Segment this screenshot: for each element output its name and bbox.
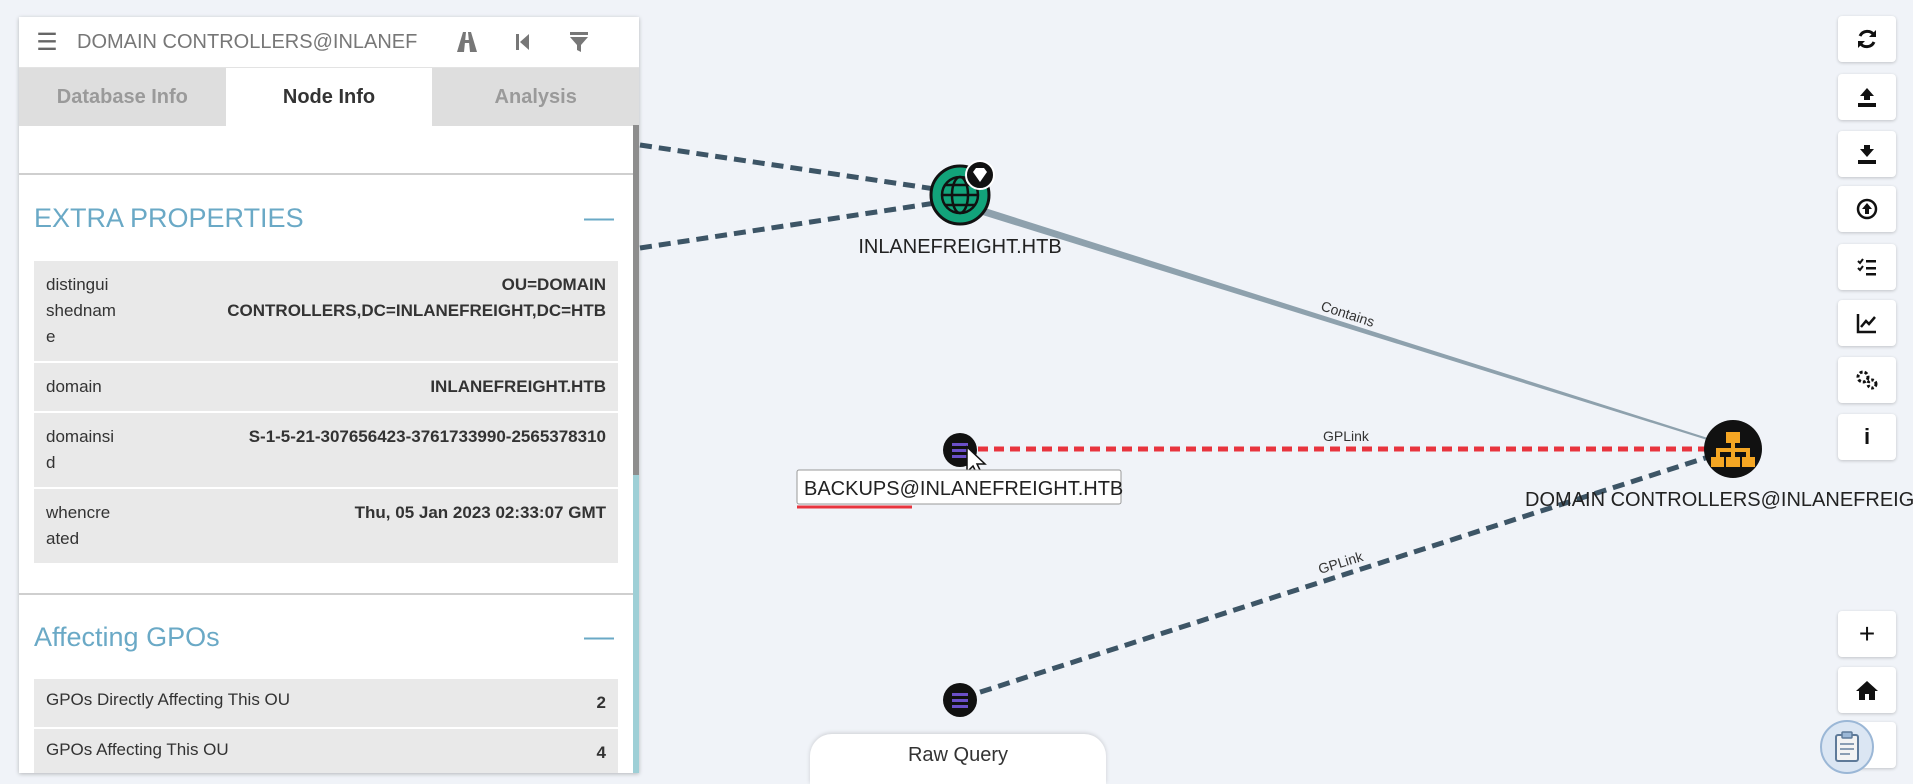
- property-key: whencreated: [34, 487, 128, 563]
- table-row: domainsid S-1-5-21-307656423-3761733990-…: [34, 411, 618, 488]
- hamburger-menu-icon[interactable]: ☰: [19, 28, 75, 57]
- query-list-icon: [1857, 258, 1876, 276]
- list-icon: [952, 443, 968, 458]
- query-list-button[interactable]: [1838, 244, 1896, 290]
- search-bar: ☰: [19, 17, 639, 68]
- property-key: distinguishedname: [46, 275, 116, 346]
- property-value: Thu, 05 Jan 2023 02:33:07 GMT: [128, 487, 618, 563]
- filter-icon: [570, 32, 588, 52]
- table-row: whencreated Thu, 05 Jan 2023 02:33:07 GM…: [34, 487, 618, 563]
- edge-gplink-label-1: GPLink: [1323, 428, 1370, 444]
- back-icon: [516, 34, 529, 50]
- extra-properties-section: EXTRA PROPERTIES — distinguishedname OU=…: [19, 173, 633, 593]
- collapse-icon[interactable]: —: [584, 620, 618, 654]
- table-row: domain INLANEFREIGHT.HTB: [34, 361, 618, 412]
- table-row[interactable]: GPOs Affecting This OU 4: [34, 727, 618, 773]
- ou-node[interactable]: [1704, 420, 1762, 478]
- scrollbar-thumb[interactable]: [633, 125, 639, 475]
- property-value: OU=DOMAIN CONTROLLERS,DC=INLANEFREIGHT,D…: [227, 275, 606, 320]
- property-key: GPOs Affecting This OU: [34, 727, 554, 773]
- home-icon: [1856, 681, 1878, 700]
- zoom-in-button[interactable]: +: [1838, 611, 1896, 657]
- import-icon: [1856, 198, 1878, 220]
- stats-button[interactable]: [1838, 300, 1896, 346]
- extra-properties-header[interactable]: EXTRA PROPERTIES —: [34, 175, 618, 261]
- list-icon: [952, 693, 968, 708]
- gpo-node-2[interactable]: [943, 683, 977, 717]
- raw-query-toggle[interactable]: Raw Query: [810, 734, 1106, 784]
- upload-icon: [1858, 88, 1876, 107]
- table-row: distinguishedname OU=DOMAIN CONTROLLERS,…: [34, 261, 618, 362]
- filter-button[interactable]: [551, 17, 607, 67]
- stats-icon: [1856, 314, 1876, 334]
- affecting-gpos-section: Affecting GPOs — GPOs Directly Affecting…: [19, 593, 633, 773]
- property-key: domain: [34, 361, 128, 412]
- info-panel: ☰ Database Info Node Info Analysis: [19, 17, 639, 773]
- affecting-gpos-header[interactable]: Affecting GPOs —: [34, 595, 618, 679]
- tab-node-info[interactable]: Node Info: [225, 68, 433, 126]
- info-button[interactable]: i: [1838, 414, 1896, 460]
- table-row[interactable]: GPOs Directly Affecting This OU 2: [34, 679, 618, 728]
- domain-node-label: INLANEFREIGHT.HTB: [858, 236, 1061, 258]
- back-button[interactable]: [495, 17, 551, 67]
- property-key: GPOs Directly Affecting This OU: [46, 690, 291, 709]
- clipboard-icon: [1835, 731, 1859, 762]
- edge-contains[interactable]: [960, 200, 1733, 448]
- clipboard-button[interactable]: [1820, 720, 1874, 774]
- panel-tabs: Database Info Node Info Analysis: [19, 68, 639, 126]
- edge-gplink-label-2: GPLink: [1316, 548, 1366, 577]
- raw-query-label: Raw Query: [907, 744, 1009, 766]
- home-button[interactable]: [1838, 667, 1896, 713]
- settings-icon: [1856, 370, 1878, 390]
- search-input[interactable]: [75, 29, 439, 55]
- property-value[interactable]: 2: [553, 679, 618, 728]
- panel-scrollbar[interactable]: [633, 125, 639, 773]
- section-title: EXTRA PROPERTIES: [34, 202, 304, 233]
- edge-offscreen-1: [639, 142, 956, 195]
- settings-button[interactable]: [1838, 357, 1896, 403]
- refresh-icon: [1858, 29, 1876, 49]
- info-icon: i: [1863, 424, 1871, 449]
- zoom-in-icon: +: [1858, 618, 1876, 649]
- panel-body: EXTRA PROPERTIES — distinguishedname OU=…: [19, 125, 633, 773]
- property-value[interactable]: 4: [553, 727, 618, 773]
- pathfinding-icon: [457, 32, 477, 52]
- affecting-gpos-table: GPOs Directly Affecting This OU 2 GPOs A…: [34, 679, 618, 773]
- download-button[interactable]: [1838, 131, 1896, 177]
- property-value: S-1-5-21-307656423-3761733990-2565378310: [128, 411, 618, 488]
- collapse-icon[interactable]: —: [584, 201, 618, 235]
- download-icon: [1858, 145, 1876, 164]
- tab-analysis[interactable]: Analysis: [432, 68, 639, 126]
- upload-button[interactable]: [1838, 74, 1896, 120]
- ou-node-label: DOMAIN CONTROLLERS@INLANEFREIGHT: [1525, 489, 1913, 511]
- tab-database-info[interactable]: Database Info: [19, 68, 226, 126]
- section-title: Affecting GPOs: [34, 621, 220, 652]
- extra-properties-table: distinguishedname OU=DOMAIN CONTROLLERS,…: [34, 261, 618, 563]
- pathfinding-button[interactable]: [439, 17, 495, 67]
- import-button[interactable]: [1838, 186, 1896, 232]
- gpo-node-label: BACKUPS@INLANEFREIGHT.HTB: [804, 478, 1123, 500]
- property-value: INLANEFREIGHT.HTB: [128, 361, 618, 412]
- property-key: domainsid: [34, 411, 128, 488]
- refresh-button[interactable]: [1838, 16, 1896, 62]
